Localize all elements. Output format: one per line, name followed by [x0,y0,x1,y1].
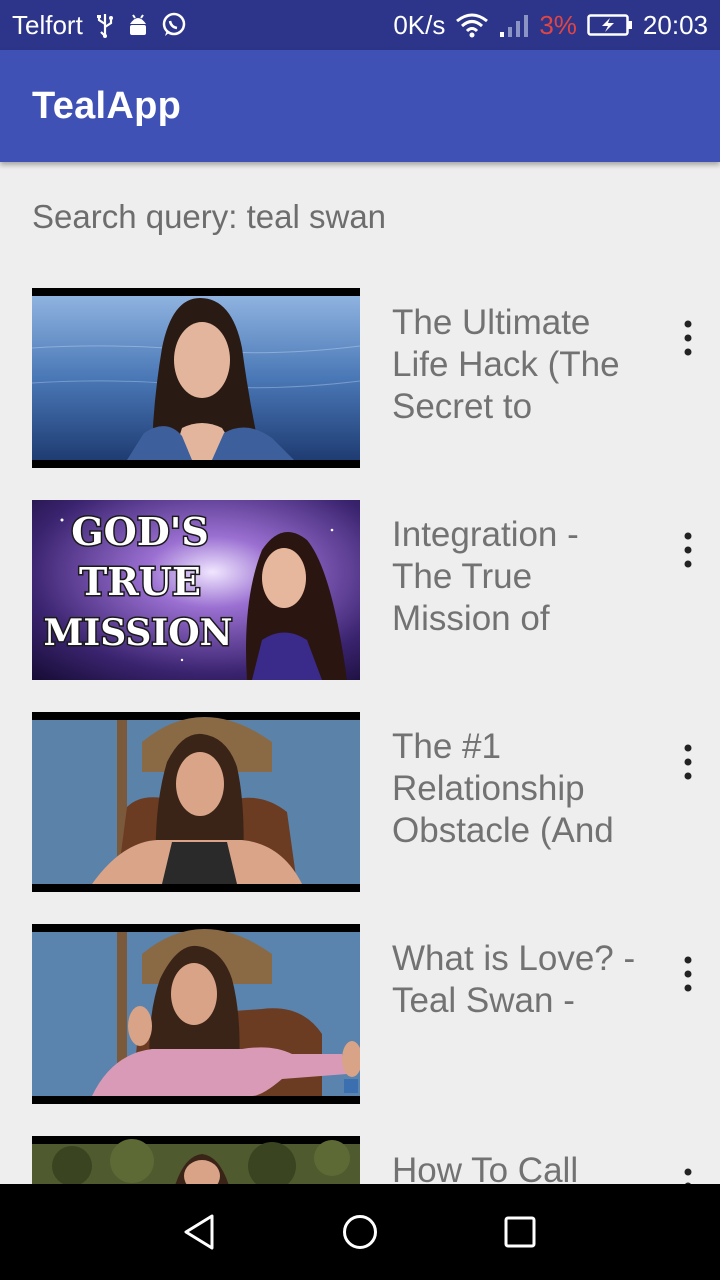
thumbnail-text-line: MISSION [44,612,233,654]
status-bar: Telfort 0K/s 3% 20:03 [0,0,720,50]
app-title: TealApp [32,84,182,127]
signal-icon [499,12,529,38]
navigation-bar [0,1184,720,1280]
battery-percent: 3% [539,9,577,40]
carrier-label: Telfort [12,9,83,40]
home-icon[interactable] [320,1192,400,1272]
more-options-icon[interactable] [668,1164,708,1184]
list-item[interactable]: GOD'S TRUE MISSION Integration - The Tru… [0,500,720,680]
more-options-icon[interactable] [668,740,708,784]
video-thumbnail[interactable] [32,1136,360,1184]
thumbnail-text-line: TRUE [79,559,201,604]
recents-icon[interactable] [480,1192,560,1272]
more-options-icon[interactable] [668,316,708,360]
more-options-icon[interactable] [668,952,708,996]
battery-charging-icon [587,12,633,38]
video-title[interactable]: The #1 Relationship Obstacle (And [392,726,642,852]
list-item[interactable]: What is Love? - Teal Swan - [0,924,720,1104]
more-options-icon[interactable] [668,528,708,572]
network-speed: 0K/s [393,9,446,40]
video-thumbnail[interactable]: GOD'S TRUE MISSION [32,500,360,680]
video-title[interactable]: The Ultimate Life Hack (The Secret to [392,302,642,428]
video-title[interactable]: What is Love? - Teal Swan - [392,938,642,1022]
search-query-label: Search query: teal swan [32,198,387,235]
list-item[interactable]: The #1 Relationship Obstacle (And [0,712,720,892]
video-thumbnail[interactable] [32,924,360,1104]
usb-icon [95,12,115,38]
video-thumbnail[interactable] [32,712,360,892]
list-item[interactable]: How To Call [0,1136,720,1184]
back-icon[interactable] [160,1192,240,1272]
video-title[interactable]: Integration - The True Mission of [392,514,642,640]
android-debug-icon [127,12,149,38]
thumbnail-text-line: GOD'S [71,509,209,554]
whatsapp-icon [161,12,187,38]
video-title[interactable]: How To Call [392,1150,642,1184]
list-item[interactable]: The Ultimate Life Hack (The Secret to [0,288,720,468]
search-results-list[interactable]: Search query: teal swan The Ultimate Lif… [0,162,720,1184]
video-thumbnail[interactable] [32,288,360,468]
clock: 20:03 [642,9,708,40]
app-bar: TealApp [0,50,720,162]
wifi-icon [455,12,489,38]
